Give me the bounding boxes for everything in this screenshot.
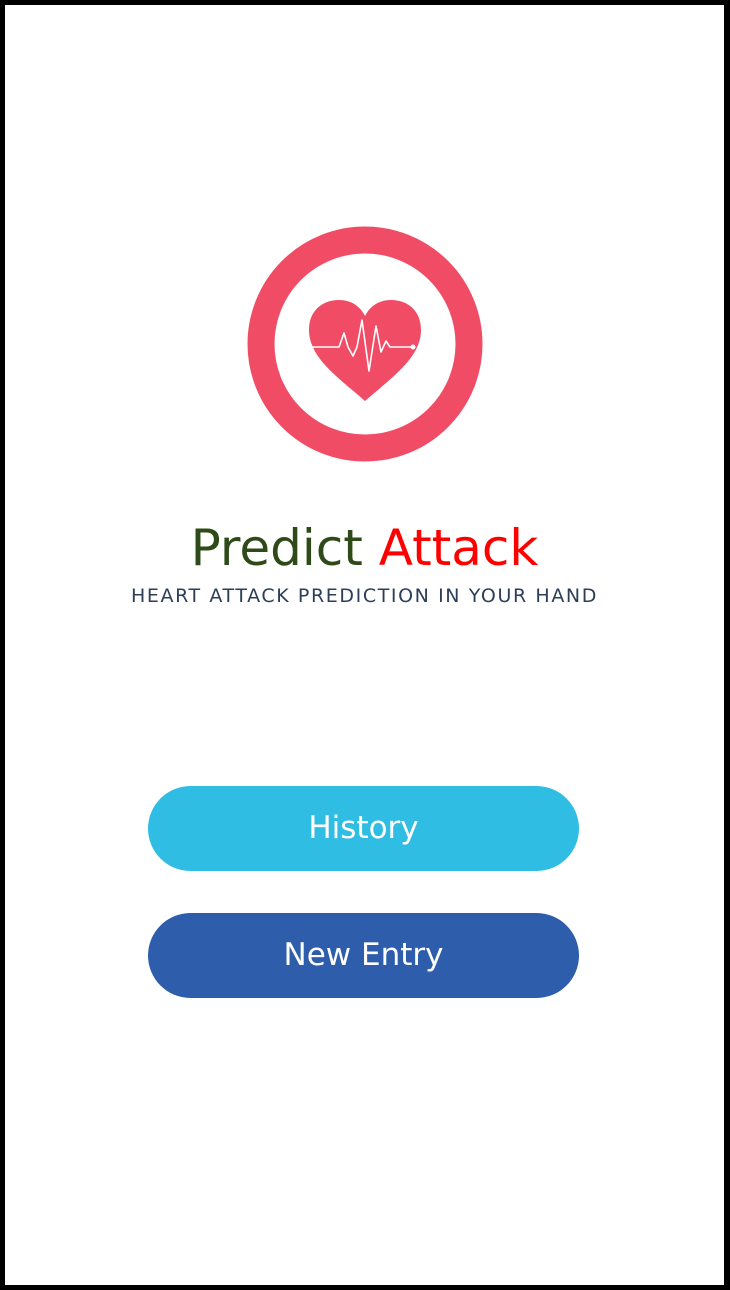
app-tagline: HEART ATTACK PREDICTION IN YOUR HAND xyxy=(131,585,598,607)
app-title-part2: Attack xyxy=(378,519,539,577)
app-title: Predict Attack xyxy=(5,508,724,588)
app-logo xyxy=(247,226,483,462)
home-screen: Predict Attack HEART ATTACK PREDICTION I… xyxy=(5,5,724,1285)
pulse-dot xyxy=(410,344,416,350)
new-entry-button[interactable]: New Entry xyxy=(148,913,579,998)
heart-shape xyxy=(309,300,421,401)
history-button[interactable]: History xyxy=(148,786,579,871)
heart-pulse-icon xyxy=(247,226,483,462)
app-title-part1: Predict xyxy=(190,519,363,577)
